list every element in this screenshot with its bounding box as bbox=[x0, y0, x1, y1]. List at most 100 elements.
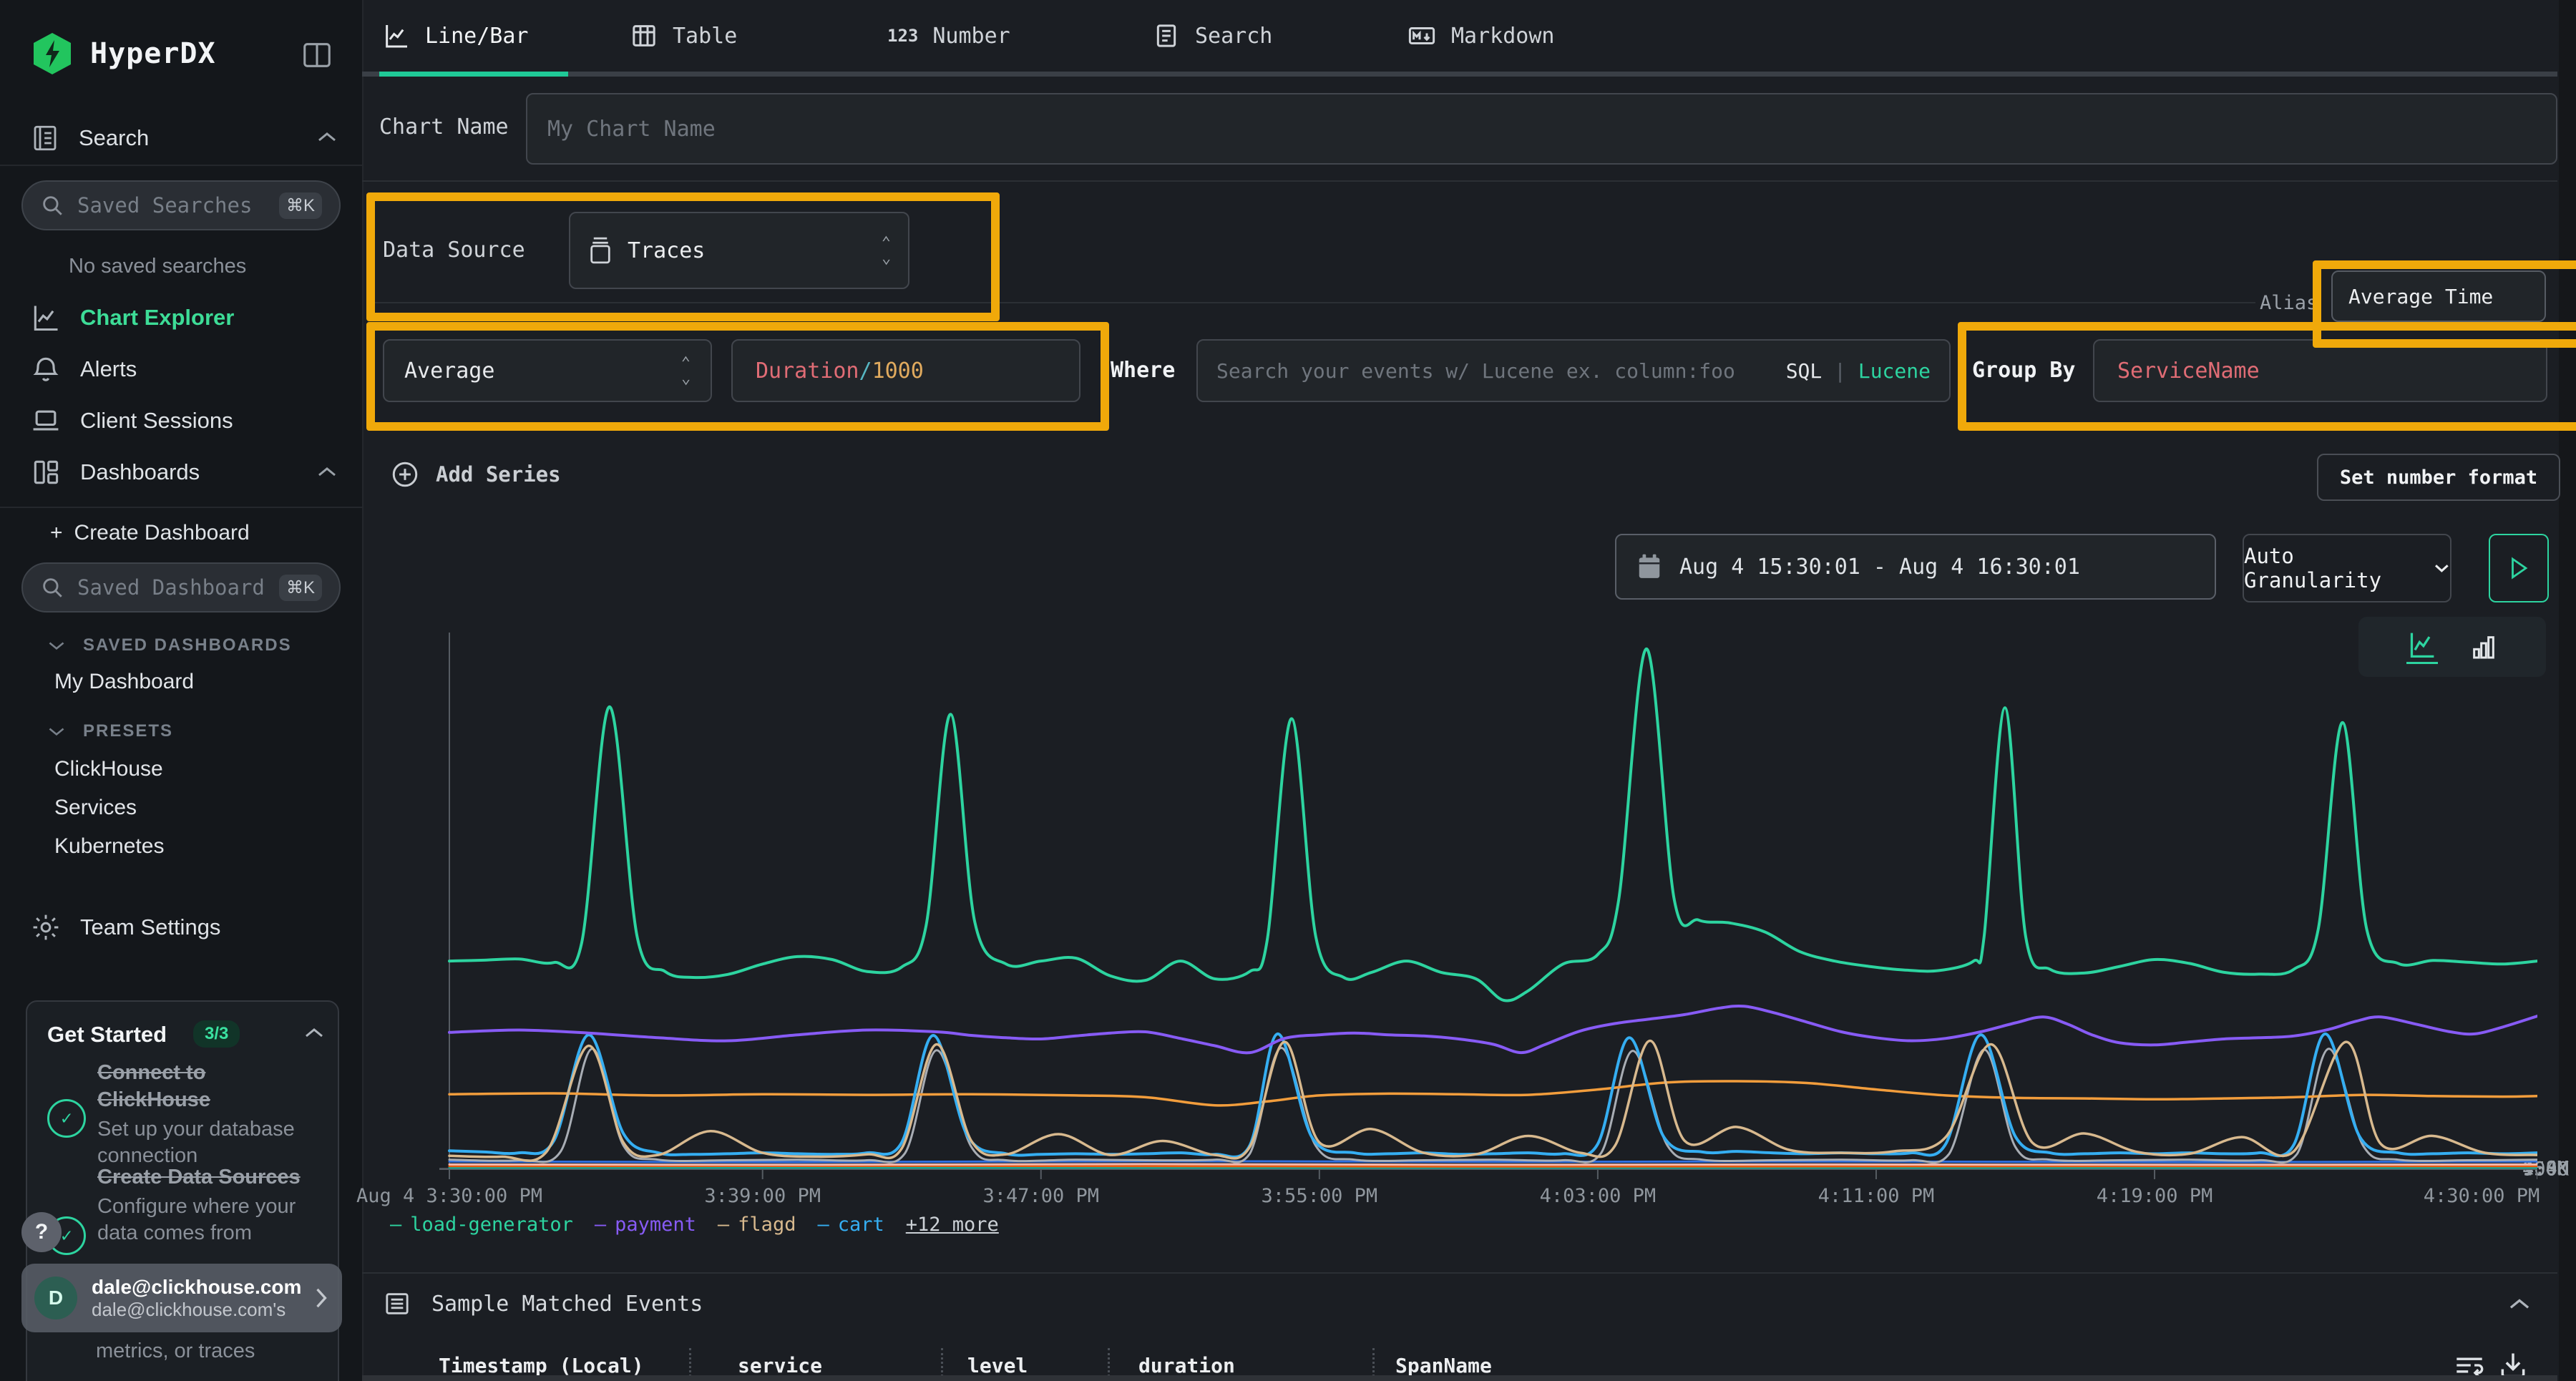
hyperdx-logo-icon bbox=[30, 31, 74, 76]
column-header-duration[interactable]: duration bbox=[1138, 1354, 1235, 1377]
laptop-icon bbox=[30, 405, 62, 436]
shortcut-badge: ⌘K bbox=[279, 192, 322, 219]
sidebar-item-clickhouse[interactable]: ClickHouse bbox=[54, 757, 163, 781]
sidebar-section-search[interactable]: Search bbox=[30, 123, 149, 153]
tab-line-bar[interactable]: Line/Bar bbox=[382, 0, 529, 72]
group-presets[interactable]: PRESETS bbox=[47, 721, 173, 741]
x-tick-label: 4:11:00 PM bbox=[1818, 1185, 1935, 1207]
column-header-spanname[interactable]: SpanName bbox=[1395, 1354, 1492, 1377]
legend-item[interactable]: —cart bbox=[817, 1214, 884, 1236]
tab-table[interactable]: Table bbox=[630, 0, 737, 72]
plus-icon: + bbox=[50, 521, 63, 545]
group-by-input[interactable]: ServiceName bbox=[2093, 339, 2547, 402]
chevron-right-icon bbox=[313, 1286, 329, 1310]
tabbar-underline-active bbox=[379, 72, 568, 77]
get-started-item[interactable]: Connect to ClickHouse Set up your databa… bbox=[97, 1059, 319, 1169]
group-saved-dashboards[interactable]: SAVED DASHBOARDS bbox=[47, 635, 292, 655]
chevron-down-icon bbox=[47, 725, 66, 738]
tab-search[interactable]: Search bbox=[1152, 0, 1272, 72]
calendar-icon bbox=[1636, 553, 1662, 580]
data-source-select[interactable]: Traces ⌃⌃ bbox=[569, 212, 909, 289]
run-query-button[interactable] bbox=[2489, 534, 2549, 602]
sidebar-collapse-icon[interactable] bbox=[301, 39, 333, 72]
database-icon bbox=[587, 236, 613, 265]
legend-item[interactable]: —load-generator bbox=[390, 1214, 573, 1236]
sidebar-item-client-sessions[interactable]: Client Sessions bbox=[30, 405, 233, 436]
brand[interactable]: HyperDX bbox=[30, 31, 216, 76]
tabbar-underline bbox=[362, 72, 2557, 77]
chevron-down-icon bbox=[2434, 562, 2450, 575]
sql-toggle[interactable]: SQL bbox=[1786, 359, 1823, 383]
expr-field: Duration bbox=[756, 358, 859, 384]
user-menu[interactable]: D dale@clickhouse.com dale@clickhouse.co… bbox=[21, 1264, 342, 1332]
select-chevrons-icon: ⌃⌃ bbox=[882, 236, 891, 265]
sidebar-item-kubernetes[interactable]: Kubernetes bbox=[54, 834, 164, 859]
x-tick-label: 3:39:00 PM bbox=[704, 1185, 821, 1207]
sidebar-item-services[interactable]: Services bbox=[54, 796, 137, 820]
legend-more-link[interactable]: +12 more bbox=[906, 1214, 999, 1236]
brand-name: HyperDX bbox=[90, 37, 216, 70]
shortcut-badge: ⌘K bbox=[279, 575, 322, 601]
markdown-icon bbox=[1407, 21, 1437, 51]
chart-line-icon bbox=[30, 302, 62, 333]
where-search-input[interactable]: Search your events w/ Lucene ex. column:… bbox=[1196, 339, 1951, 402]
x-tick-label: Aug 4 3:30:00 PM bbox=[356, 1185, 542, 1207]
get-started-title: Get Started bbox=[47, 1022, 167, 1048]
chart-name-input[interactable]: My Chart Name bbox=[526, 93, 2557, 165]
sidebar-item-chart-explorer[interactable]: Chart Explorer bbox=[30, 302, 234, 333]
chevron-up-icon[interactable] bbox=[316, 465, 338, 479]
sidebar-item-my-dashboard[interactable]: My Dashboard bbox=[54, 670, 194, 694]
lucene-toggle[interactable]: Lucene bbox=[1858, 359, 1931, 383]
saved-dashboards-placeholder: Saved Dashboards bbox=[77, 575, 266, 600]
expr-operator: / bbox=[859, 358, 872, 384]
number-123-icon: 123 bbox=[887, 26, 918, 46]
lang-divider: | bbox=[1834, 359, 1846, 383]
expr-number: 1000 bbox=[872, 358, 924, 384]
column-header-timestamp[interactable]: Timestamp (Local) bbox=[439, 1354, 644, 1377]
no-saved-searches-text: No saved searches bbox=[69, 255, 246, 278]
chart-name-label: Chart Name bbox=[379, 114, 509, 140]
aggregation-select[interactable]: Average ⌃⌃ bbox=[383, 339, 712, 402]
hyperdx-chart-explorer: HyperDX Search Saved Searches ⌘K No save… bbox=[0, 0, 2576, 1381]
x-tick-label: 4:03:00 PM bbox=[1540, 1185, 1657, 1207]
help-button[interactable]: ? bbox=[21, 1212, 62, 1252]
chevron-up-icon[interactable] bbox=[316, 130, 338, 145]
list-icon bbox=[383, 1289, 411, 1318]
aggregation-value: Average bbox=[404, 358, 681, 384]
plus-circle-icon bbox=[390, 459, 420, 489]
saved-dashboards-input[interactable]: Saved Dashboards ⌘K bbox=[21, 562, 341, 613]
granularity-select[interactable]: Auto Granularity bbox=[2243, 534, 2451, 602]
data-source-label: Data Source bbox=[383, 238, 525, 263]
where-placeholder: Search your events w/ Lucene ex. column:… bbox=[1216, 359, 1772, 383]
gear-icon bbox=[30, 912, 62, 943]
set-number-format-button[interactable]: Set number format bbox=[2317, 454, 2560, 501]
legend-item[interactable]: —payment bbox=[595, 1214, 696, 1236]
tab-number[interactable]: 123 Number bbox=[887, 0, 1010, 72]
sidebar-item-alerts[interactable]: Alerts bbox=[30, 353, 137, 385]
chart-name-placeholder: My Chart Name bbox=[547, 117, 716, 142]
add-series-button[interactable]: Add Series bbox=[390, 459, 561, 489]
dashboard-grid-icon bbox=[30, 457, 62, 488]
get-started-item[interactable]: Create Data Sources Configure where your… bbox=[97, 1163, 326, 1246]
timeseries-chart[interactable]: 0450K900K1.4M1.8M Aug 4 3:30:00 PM3:39:0… bbox=[386, 617, 2569, 1246]
field-expression-input[interactable]: Duration/1000 bbox=[731, 339, 1080, 402]
sidebar-item-dashboards[interactable]: Dashboards bbox=[30, 457, 200, 488]
sidebar: HyperDX Search Saved Searches ⌘K No save… bbox=[0, 0, 364, 1381]
collapse-section-chevron-icon[interactable] bbox=[2507, 1297, 2532, 1312]
select-chevrons-icon: ⌃⌃ bbox=[681, 356, 691, 385]
create-dashboard-button[interactable]: + Create Dashboard bbox=[50, 521, 250, 545]
alias-value: Average Time bbox=[2348, 285, 2493, 308]
saved-searches-input[interactable]: Saved Searches ⌘K bbox=[21, 180, 341, 230]
column-header-service[interactable]: service bbox=[738, 1354, 822, 1377]
sidebar-item-team-settings[interactable]: Team Settings bbox=[30, 912, 220, 943]
legend-item[interactable]: —flagd bbox=[718, 1214, 796, 1236]
time-range-value: Aug 4 15:30:01 - Aug 4 16:30:01 bbox=[1679, 555, 2080, 580]
column-header-level[interactable]: level bbox=[967, 1354, 1028, 1377]
time-range-input[interactable]: Aug 4 15:30:01 - Aug 4 16:30:01 bbox=[1615, 534, 2216, 600]
chevron-up-icon[interactable] bbox=[303, 1026, 325, 1040]
x-tick-label: 4:19:00 PM bbox=[2097, 1185, 2213, 1207]
tab-markdown[interactable]: Markdown bbox=[1407, 0, 1555, 72]
alias-input[interactable]: Average Time bbox=[2331, 270, 2546, 322]
sample-events-header[interactable]: Sample Matched Events bbox=[383, 1289, 703, 1318]
chart-plot[interactable] bbox=[435, 630, 2537, 1182]
